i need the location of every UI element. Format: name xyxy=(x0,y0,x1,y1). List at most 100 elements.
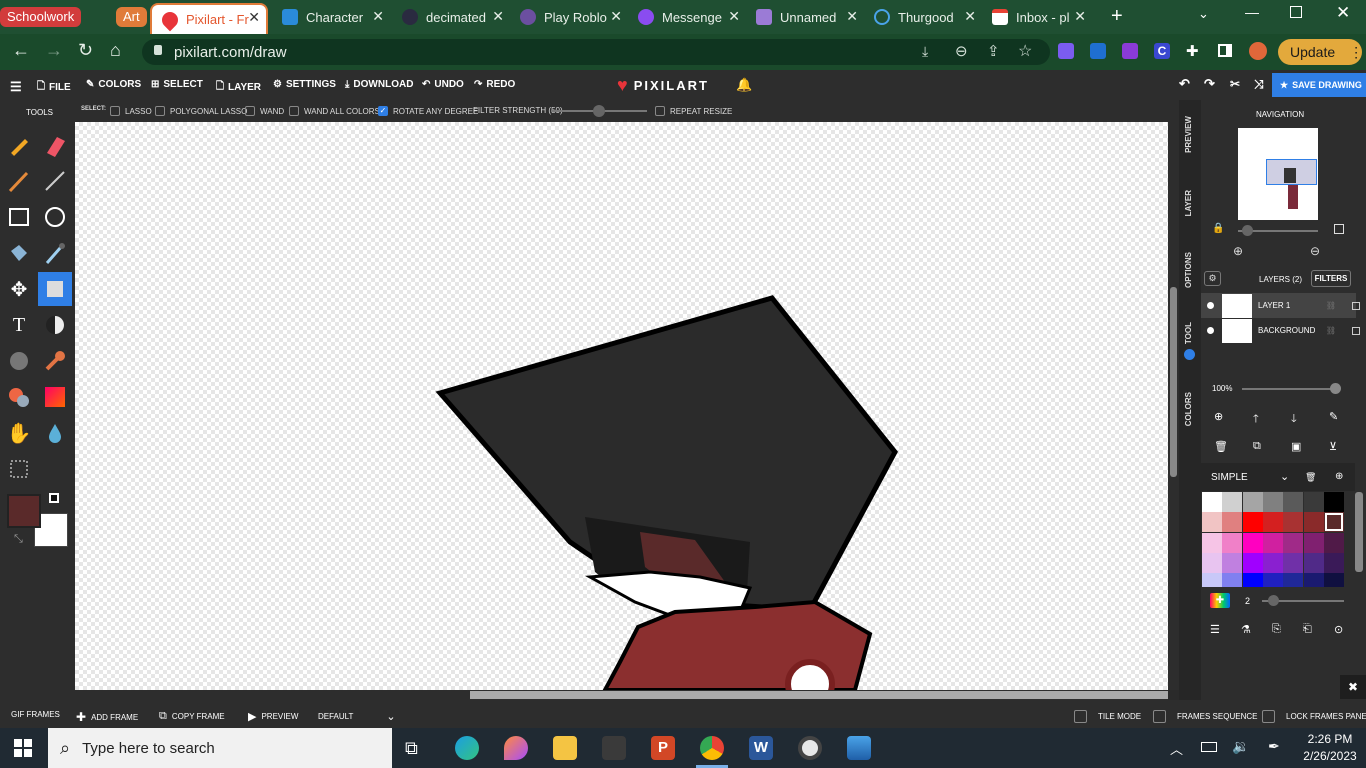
zoom-icon[interactable]: ⊖ xyxy=(955,42,968,60)
move-layer-down-icon[interactable]: 🡓 xyxy=(1291,410,1297,429)
palette-swatch[interactable] xyxy=(1323,492,1344,512)
palette-swatch[interactable] xyxy=(1303,552,1324,573)
add-frame-button[interactable]: ✚ ADD FRAME xyxy=(76,710,138,724)
gradient-tool[interactable] xyxy=(40,382,70,412)
blur-tool[interactable] xyxy=(40,418,70,448)
rectangle-tool[interactable] xyxy=(4,202,34,232)
pixilart-logo[interactable]: ♥ PIXILART xyxy=(617,75,709,96)
menu-download[interactable]: ⤓ DOWNLOAD xyxy=(345,79,413,90)
palette-swatch[interactable] xyxy=(1303,573,1324,587)
save-drawing-button[interactable]: ★ SAVE DRAWING xyxy=(1272,73,1366,97)
palette-list-icon[interactable]: ☰ xyxy=(1210,623,1220,636)
polygonal-lasso-option[interactable]: POLYGONAL LASSO xyxy=(155,106,247,116)
photos-taskbar-icon[interactable] xyxy=(847,736,871,760)
url-text[interactable]: pixilart.com/draw xyxy=(174,44,287,61)
palette-swatch[interactable] xyxy=(1222,573,1243,587)
preview-button[interactable]: ▶ PREVIEW xyxy=(248,710,298,723)
tray-chevron-up-icon[interactable]: ︿ xyxy=(1170,739,1183,758)
delete-layer-icon[interactable]: 🗑 xyxy=(1214,440,1228,453)
close-tab-icon[interactable]: ✕ xyxy=(492,8,504,25)
layer-visibility-icon[interactable] xyxy=(1207,302,1214,309)
layer-row[interactable]: LAYER 1 ⛓ xyxy=(1201,293,1360,318)
palette-dropdown-icon[interactable]: ⌄ xyxy=(1280,470,1289,483)
close-tab-icon[interactable]: ✕ xyxy=(372,8,384,25)
close-tab-icon[interactable]: ✕ xyxy=(1074,8,1086,25)
line-tool[interactable] xyxy=(40,166,70,196)
battery-icon[interactable] xyxy=(1201,742,1217,752)
lasso-checkbox[interactable] xyxy=(110,106,120,116)
add-palette-icon[interactable]: ⊕ xyxy=(1335,471,1343,482)
layer-select-box[interactable] xyxy=(1352,301,1360,310)
share-icon[interactable]: ⇪ xyxy=(987,42,1000,60)
wand-all-colors-option[interactable]: WAND ALL COLORS xyxy=(289,106,380,116)
layer-visibility-icon[interactable] xyxy=(1207,327,1214,334)
fill-tool[interactable] xyxy=(4,238,34,268)
palette-swatch[interactable] xyxy=(1323,573,1344,587)
rotate-any-degree-option[interactable]: ✓ ROTATE ANY DEGREE xyxy=(378,106,478,116)
canvas-undo-icon[interactable]: ↶ xyxy=(1179,76,1190,92)
tile-mode-checkbox[interactable] xyxy=(1074,710,1087,723)
side-tab-options[interactable]: OPTIONS xyxy=(1184,252,1193,288)
palette-swatch[interactable] xyxy=(1262,532,1283,553)
palette-swatch[interactable] xyxy=(1262,512,1283,533)
vertical-scroll-thumb[interactable] xyxy=(1170,287,1177,477)
tab-decimated[interactable]: decimated ✕ xyxy=(392,4,510,30)
close-tab-icon[interactable]: ✕ xyxy=(610,8,622,25)
wand-option[interactable]: WAND xyxy=(245,106,284,116)
tab-thurgood[interactable]: Thurgood ✕ xyxy=(864,4,982,30)
select-tool[interactable] xyxy=(38,272,72,306)
ellipse-tool[interactable] xyxy=(40,202,70,232)
layer-opacity-slider[interactable] xyxy=(1242,383,1341,394)
primary-color-swatch[interactable] xyxy=(7,494,41,528)
close-tab-icon[interactable]: ✕ xyxy=(728,8,740,25)
tile-mode-option[interactable]: TILE MODE xyxy=(1074,710,1141,723)
horizontal-scroll-thumb[interactable] xyxy=(470,691,1168,699)
menu-select[interactable]: ⊞ SELECT xyxy=(151,79,203,90)
palette-swatch[interactable] xyxy=(1323,552,1344,573)
close-tab-icon[interactable]: ✕ xyxy=(964,8,976,25)
palette-swatch[interactable] xyxy=(1303,492,1324,512)
palette-swatch[interactable] xyxy=(1222,512,1243,533)
zoom-out-icon[interactable]: ⊖ xyxy=(1310,244,1320,258)
hamburger-menu-icon[interactable]: ☰ xyxy=(10,79,22,95)
home-icon[interactable]: ⌂ xyxy=(110,40,121,61)
side-tab-colors[interactable]: COLORS xyxy=(1184,392,1193,426)
speed-select[interactable]: DEFAULT ⌄ xyxy=(318,710,396,723)
stamp-tool[interactable] xyxy=(40,346,70,376)
navigation-zoom-slider[interactable] xyxy=(1238,225,1318,236)
tab-group-schoolwork[interactable]: Schoolwork xyxy=(0,7,82,27)
palette-swatch[interactable] xyxy=(1242,552,1263,573)
palette-swatch[interactable] xyxy=(1202,532,1222,553)
frames-sequence-option[interactable]: FRAMES SEQUENCE xyxy=(1153,710,1257,723)
volume-icon[interactable]: 🔉 xyxy=(1232,738,1249,755)
palette-swatch[interactable] xyxy=(1323,512,1344,533)
layer-image-icon[interactable]: ▣ xyxy=(1291,440,1301,453)
tab-pixilart[interactable]: Pixilart - Fr ✕ xyxy=(150,3,268,34)
wand-all-colors-checkbox[interactable] xyxy=(289,106,299,116)
lock-frames-panel-option[interactable]: LOCK FRAMES PANEL xyxy=(1262,710,1366,723)
layer-settings-icon[interactable]: ⚙ xyxy=(1204,271,1221,286)
edge-taskbar-icon[interactable] xyxy=(455,736,479,760)
palette-swatch[interactable] xyxy=(1202,512,1222,533)
flask-icon[interactable]: ⚗ xyxy=(1241,623,1251,636)
palette-swatch[interactable] xyxy=(1242,512,1263,533)
palette-name[interactable]: SIMPLE xyxy=(1211,472,1248,483)
lasso-option[interactable]: LASSO xyxy=(110,106,152,116)
fit-screen-icon[interactable] xyxy=(1334,224,1344,234)
hand-tool[interactable]: ✋ xyxy=(4,418,34,448)
tab-group-art[interactable]: Art xyxy=(116,7,147,27)
text-tool[interactable]: T xyxy=(4,310,34,340)
zoom-in-icon[interactable]: ⊕ xyxy=(1233,244,1243,258)
palette-swatch[interactable] xyxy=(1283,573,1304,587)
side-tab-layer[interactable]: LAYER xyxy=(1184,190,1193,216)
import-palette-icon[interactable]: ⎘ xyxy=(1272,623,1281,636)
windows-start-icon[interactable] xyxy=(14,739,32,757)
extensions-puzzle-icon[interactable]: ✚ xyxy=(1186,42,1199,60)
back-icon[interactable]: ← xyxy=(12,40,30,61)
menu-file[interactable]: 🗋 FILE xyxy=(37,79,71,96)
zoom-slider-knob[interactable] xyxy=(1242,225,1253,236)
task-view-icon[interactable]: ⧉ xyxy=(405,738,418,759)
layer-lock-icon[interactable]: ⛓ xyxy=(1326,301,1336,310)
palette-swatch[interactable] xyxy=(1262,492,1283,512)
update-button[interactable]: Update ⋮ xyxy=(1278,39,1363,65)
